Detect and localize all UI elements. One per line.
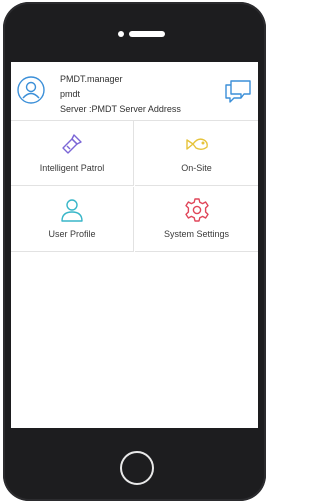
app-screen: PMDT.manager pmdt Server :PMDT Server Ad… bbox=[11, 62, 258, 428]
user-info: PMDT.manager pmdt Server :PMDT Server Ad… bbox=[60, 72, 181, 117]
home-button[interactable] bbox=[120, 451, 154, 485]
message-icon[interactable] bbox=[223, 78, 253, 104]
menu-item-label: User Profile bbox=[48, 229, 96, 239]
menu-grid: Intelligent Patrol On-Site User Profile … bbox=[11, 121, 258, 253]
menu-item-label: Intelligent Patrol bbox=[39, 163, 105, 173]
menu-item-user-profile[interactable]: User Profile bbox=[11, 187, 134, 252]
flashlight-icon bbox=[62, 134, 82, 154]
user-account: pmdt bbox=[60, 89, 81, 99]
user-name: PMDT.manager bbox=[60, 74, 123, 84]
user-header: PMDT.manager pmdt Server :PMDT Server Ad… bbox=[11, 62, 258, 121]
avatar-icon[interactable] bbox=[17, 76, 45, 104]
front-camera bbox=[118, 31, 124, 37]
menu-item-system-settings[interactable]: System Settings bbox=[135, 187, 258, 252]
phone-frame: PMDT.manager pmdt Server :PMDT Server Ad… bbox=[3, 2, 266, 501]
menu-item-intelligent-patrol[interactable]: Intelligent Patrol bbox=[11, 121, 134, 186]
menu-item-on-site[interactable]: On-Site bbox=[135, 121, 258, 186]
server-address: Server :PMDT Server Address bbox=[60, 104, 181, 114]
person-icon bbox=[61, 199, 83, 222]
gear-icon bbox=[184, 198, 209, 222]
menu-item-label: On-Site bbox=[181, 163, 212, 173]
fish-icon bbox=[185, 138, 208, 150]
menu-item-label: System Settings bbox=[163, 229, 230, 239]
earpiece-speaker bbox=[129, 31, 165, 37]
